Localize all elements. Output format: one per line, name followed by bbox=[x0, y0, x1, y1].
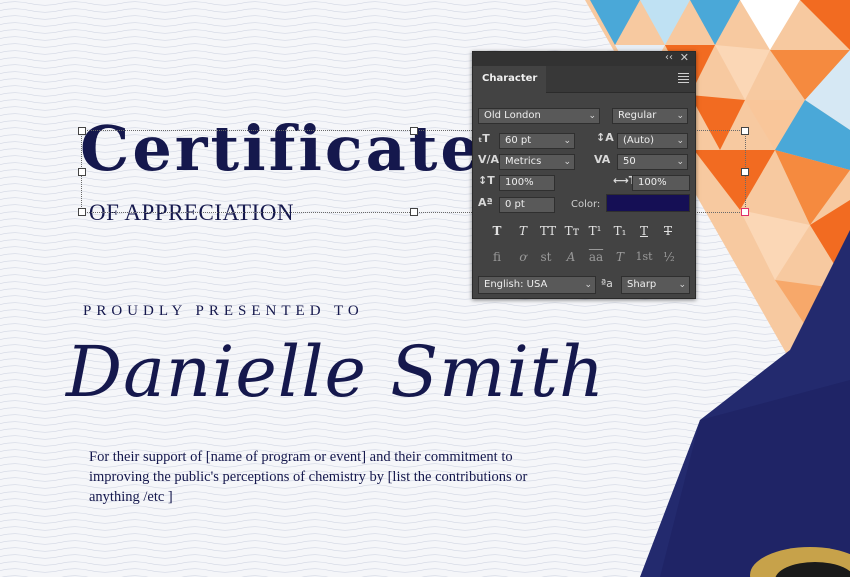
font-family-value: Old London bbox=[484, 110, 541, 121]
chevron-down-icon: ⌄ bbox=[563, 136, 571, 146]
chevron-down-icon: ⌄ bbox=[676, 136, 684, 146]
selection-handle[interactable] bbox=[78, 127, 86, 135]
ordinals-button[interactable]: 1st bbox=[633, 249, 655, 265]
panel-titlebar[interactable]: ‹‹ ✕ bbox=[473, 51, 695, 66]
font-size-value: 60 pt bbox=[505, 135, 532, 146]
chevron-down-icon: ⌄ bbox=[563, 157, 571, 167]
all-caps-button[interactable]: TT bbox=[537, 223, 559, 239]
tracking-value: 50 bbox=[623, 156, 636, 167]
subscript-button[interactable]: T₁ bbox=[611, 223, 629, 239]
swash-button[interactable]: A bbox=[562, 249, 580, 265]
panel-menu-icon[interactable] bbox=[678, 73, 689, 85]
selection-handle[interactable] bbox=[78, 168, 86, 176]
antialias-dropdown[interactable]: Sharp ⌄ bbox=[621, 276, 690, 294]
certificate-subtitle: OF APPRECIATION bbox=[89, 200, 294, 225]
font-size-icon: ₜT bbox=[478, 132, 490, 145]
fractions-button[interactable]: ½ bbox=[660, 249, 678, 265]
selection-handle[interactable] bbox=[78, 208, 86, 216]
underline-button[interactable]: T bbox=[635, 223, 653, 239]
titling-alternates-button[interactable]: T bbox=[611, 249, 629, 265]
selection-handle[interactable] bbox=[410, 127, 418, 135]
chevron-down-icon: ⌄ bbox=[676, 157, 684, 167]
ligatures-button[interactable]: fi bbox=[488, 249, 506, 265]
faux-bold-button[interactable]: T bbox=[488, 223, 506, 239]
stylistic-alternates-button[interactable]: aa bbox=[585, 249, 607, 265]
leading-dropdown[interactable]: (Auto) ⌄ bbox=[617, 133, 688, 149]
character-panel[interactable]: ‹‹ ✕ Character Old London ⌄ Regular ⌄ ₜT 6… bbox=[472, 51, 696, 299]
antialias-icon: ªa bbox=[601, 277, 613, 290]
color-label: Color: bbox=[571, 199, 601, 210]
contextual-alternates-button[interactable]: ơ bbox=[514, 249, 532, 265]
selection-handle[interactable] bbox=[741, 168, 749, 176]
strikethrough-button[interactable]: T bbox=[659, 223, 677, 239]
tab-character[interactable]: Character bbox=[473, 66, 547, 93]
vertical-scale-field[interactable]: 100% bbox=[499, 175, 555, 191]
collapse-icon[interactable]: ‹‹ bbox=[665, 52, 673, 63]
close-icon[interactable]: ✕ bbox=[680, 51, 689, 64]
antialias-value: Sharp bbox=[627, 279, 657, 290]
discretionary-ligatures-button[interactable]: st bbox=[537, 249, 555, 265]
leading-icon: ↕A bbox=[596, 131, 614, 144]
chevron-down-icon: ⌄ bbox=[678, 280, 686, 290]
superscript-button[interactable]: T¹ bbox=[586, 223, 604, 239]
tracking-dropdown[interactable]: 50 ⌄ bbox=[617, 154, 688, 170]
small-caps-button[interactable]: Tт bbox=[562, 223, 582, 239]
kerning-icon: V/A bbox=[478, 153, 500, 166]
font-family-dropdown[interactable]: Old London ⌄ bbox=[478, 108, 600, 124]
tracking-icon: VA bbox=[594, 153, 611, 166]
panel-tabbar: Character bbox=[473, 66, 695, 93]
kerning-dropdown[interactable]: Metrics ⌄ bbox=[499, 154, 575, 170]
leading-value: (Auto) bbox=[623, 135, 655, 146]
document-canvas: Certificate OF APPRECIATION PROUDLY PRES… bbox=[0, 0, 850, 577]
language-dropdown[interactable]: English: USA ⌄ bbox=[478, 276, 596, 294]
color-swatch[interactable] bbox=[606, 194, 690, 212]
font-style-value: Regular bbox=[618, 110, 657, 121]
chevron-down-icon: ⌄ bbox=[676, 111, 684, 121]
font-style-dropdown[interactable]: Regular ⌄ bbox=[612, 108, 688, 124]
font-size-dropdown[interactable]: 60 pt ⌄ bbox=[499, 133, 575, 149]
certificate-body: For their support of [name of program or… bbox=[89, 449, 528, 505]
kerning-value: Metrics bbox=[505, 156, 542, 167]
certificate-title: Certificate bbox=[80, 112, 483, 185]
selection-handle[interactable] bbox=[741, 127, 749, 135]
selection-handle[interactable] bbox=[410, 208, 418, 216]
selection-handle[interactable] bbox=[741, 208, 749, 216]
baseline-shift-field[interactable]: 0 pt bbox=[499, 197, 555, 213]
language-value: English: USA bbox=[484, 279, 548, 290]
presented-to-label: PROUDLY PRESENTED TO bbox=[83, 303, 364, 319]
chevron-down-icon: ⌄ bbox=[588, 111, 596, 121]
vertical-scale-icon: ↕T bbox=[478, 174, 495, 187]
chevron-down-icon: ⌄ bbox=[584, 280, 592, 290]
recipient-name: Danielle Smith bbox=[66, 331, 606, 413]
baseline-shift-icon: Aª bbox=[478, 196, 493, 209]
horizontal-scale-field[interactable]: 100% bbox=[632, 175, 690, 191]
faux-italic-button[interactable]: T bbox=[514, 223, 532, 239]
